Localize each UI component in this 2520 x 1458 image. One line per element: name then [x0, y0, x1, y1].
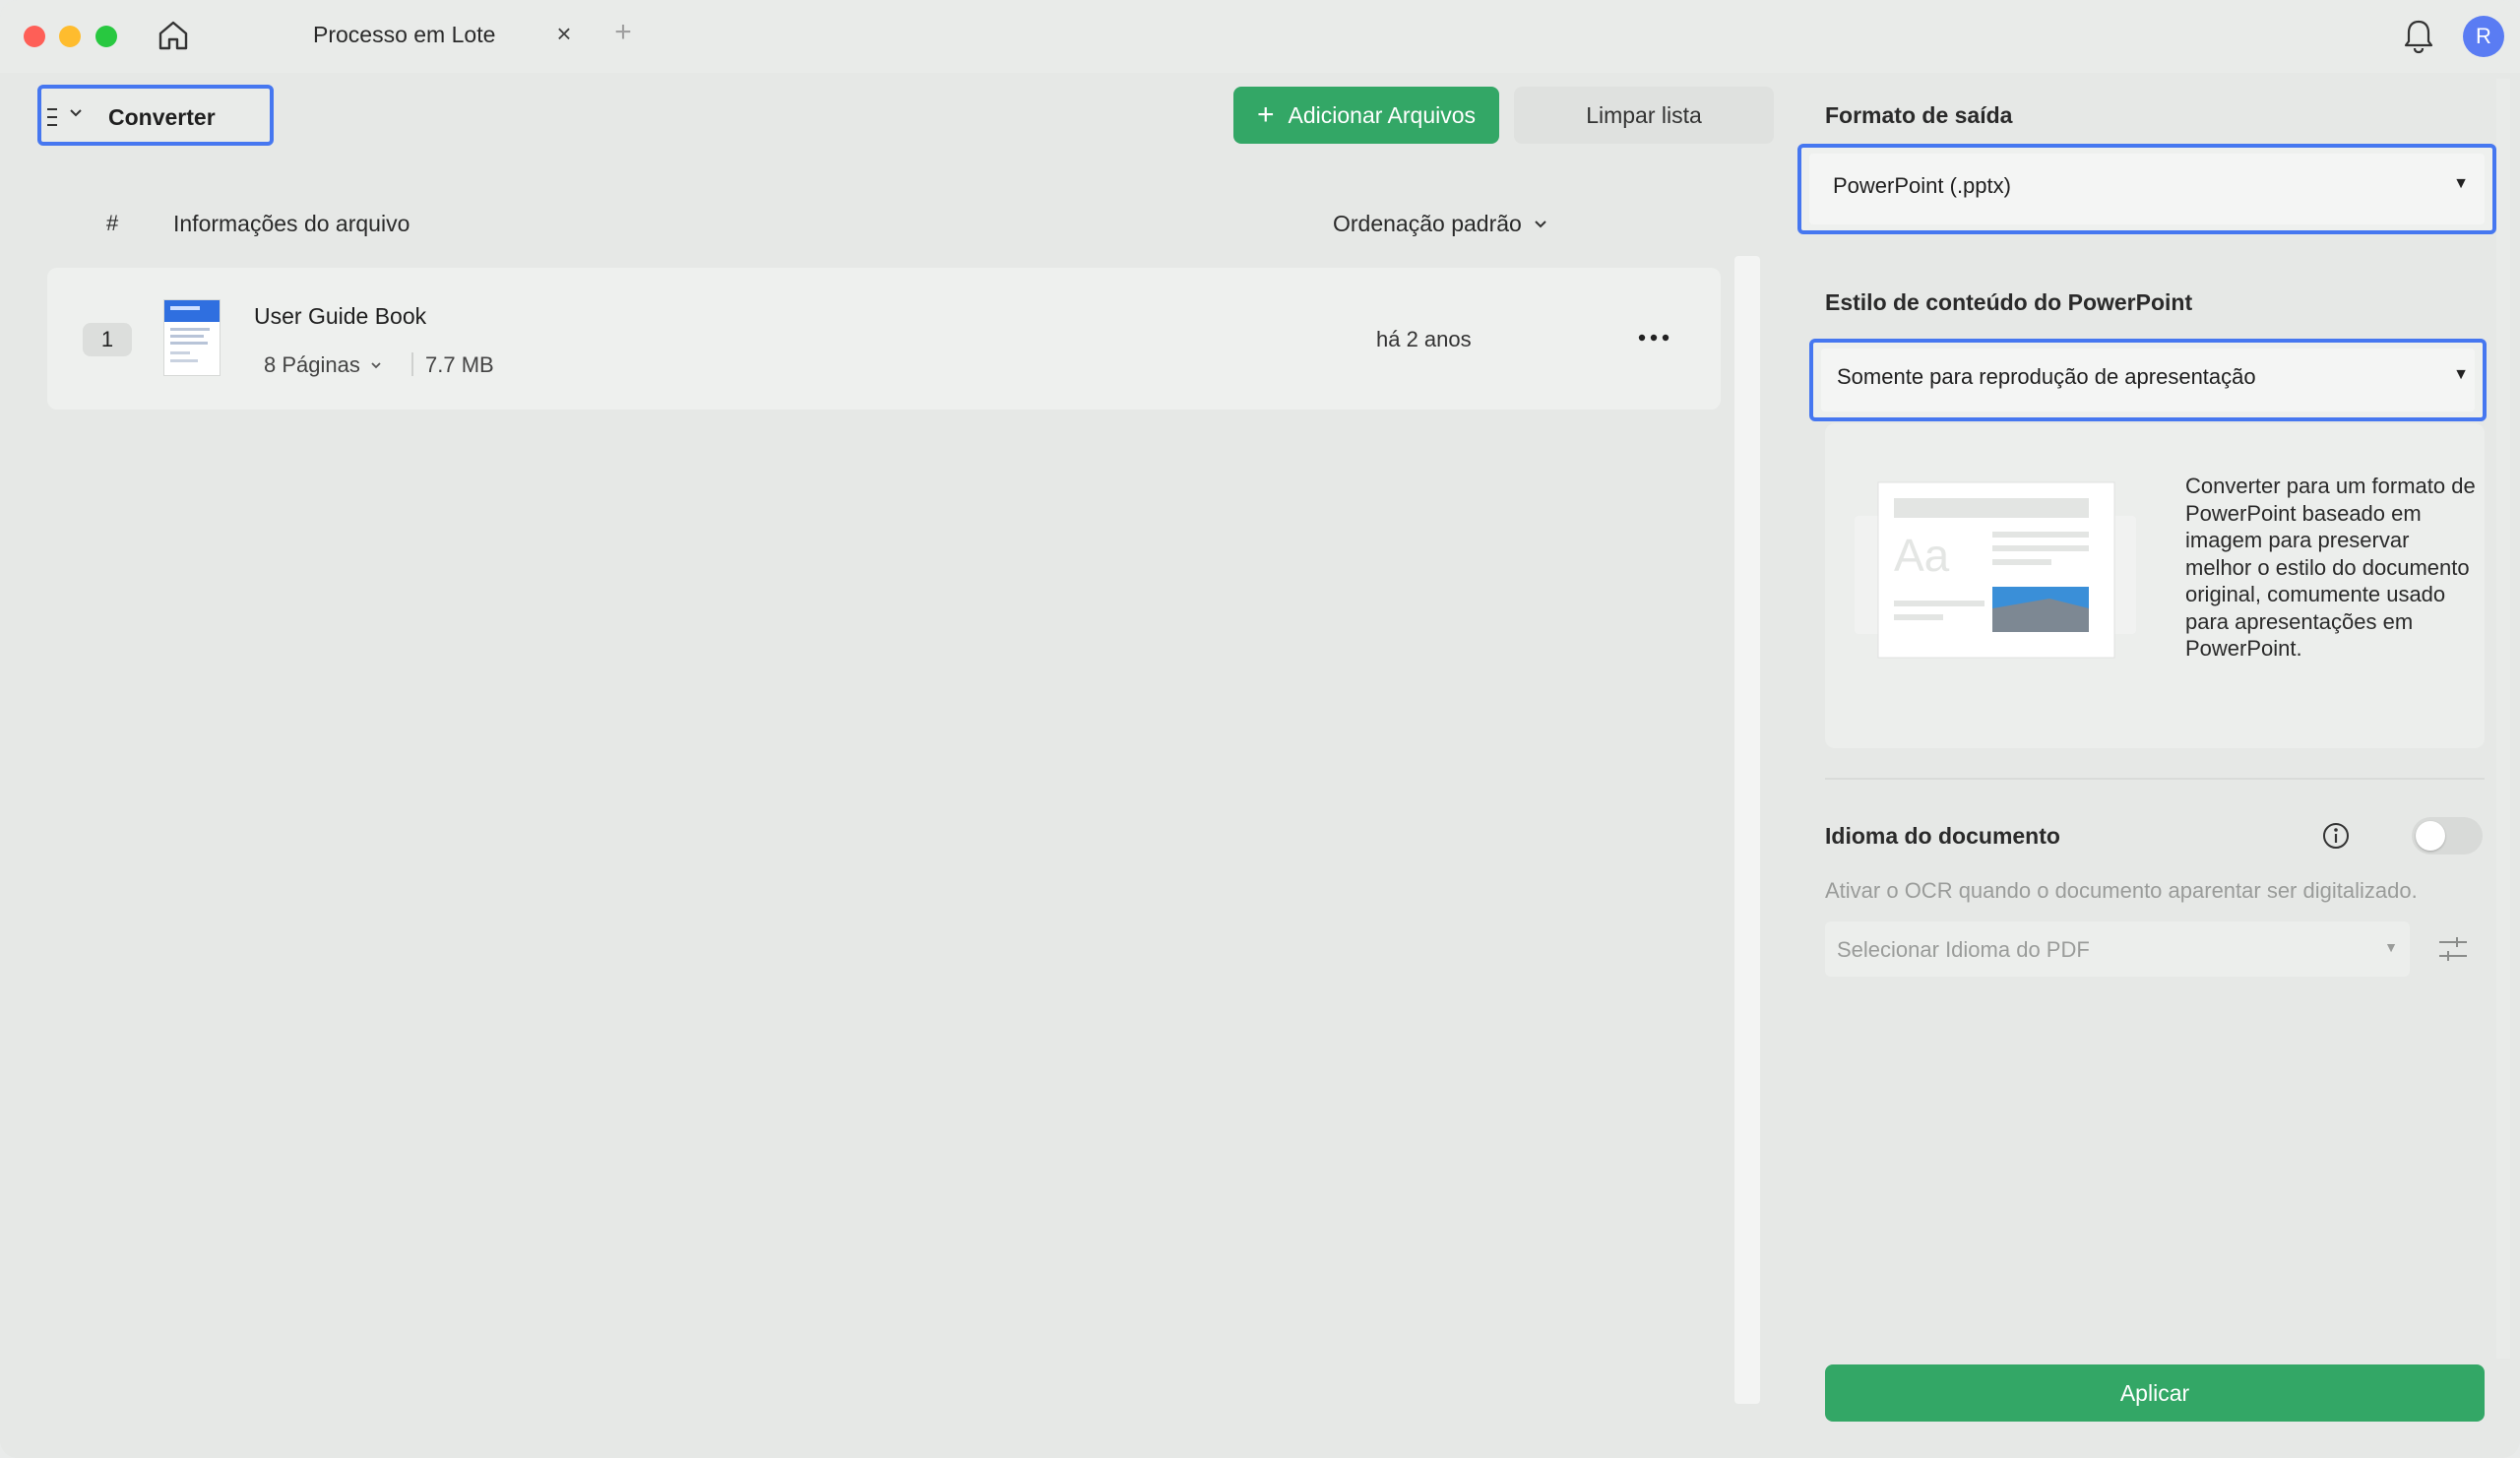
- chevron-down-icon: [371, 362, 381, 369]
- file-thumbnail: [163, 299, 220, 376]
- app-window: Processo em Lote × + R Converter + Adici…: [0, 0, 2520, 1458]
- style-description: Converter para um formato de PowerPoint …: [2185, 474, 2476, 661]
- settings-scrollbar[interactable]: [2496, 79, 2510, 1359]
- add-files-button[interactable]: + Adicionar Arquivos: [1233, 87, 1499, 144]
- menu-icon: [45, 106, 59, 128]
- output-format-title: Formato de saída: [1825, 102, 2013, 128]
- file-date: há 2 anos: [1376, 327, 1472, 351]
- plus-icon: +: [1256, 98, 1275, 131]
- file-name: User Guide Book: [254, 303, 427, 329]
- caret-down-icon: ▼: [2384, 939, 2398, 955]
- language-placeholder: Selecionar Idioma do PDF: [1837, 937, 2090, 962]
- tab-close-icon[interactable]: ×: [553, 20, 575, 47]
- content-style-title: Estilo de conteúdo do PowerPoint: [1825, 289, 2193, 315]
- content-style-select[interactable]: Somente para reprodução de apresentação …: [1809, 339, 2487, 421]
- chevron-down-icon: [1535, 220, 1546, 227]
- add-files-label: Adicionar Arquivos: [1288, 101, 1477, 128]
- maximize-window-button[interactable]: [95, 26, 117, 47]
- mode-selector[interactable]: Converter: [37, 85, 274, 146]
- settings-sliders-icon[interactable]: [2435, 931, 2471, 967]
- close-window-button[interactable]: [24, 26, 45, 47]
- apply-button[interactable]: Aplicar: [1825, 1364, 2485, 1422]
- document-language-title: Idioma do documento: [1825, 823, 2060, 849]
- clear-list-button[interactable]: Limpar lista: [1514, 87, 1774, 144]
- divider: [411, 352, 413, 376]
- page-range-dropdown[interactable]: 8 Páginas: [264, 352, 382, 378]
- chevron-down-icon: [69, 106, 83, 120]
- style-preview-card: Aa Converter para um formato de PowerPoi…: [1825, 423, 2485, 748]
- file-list-panel: Converter + Adicionar Arquivos Limpar li…: [0, 73, 1786, 1458]
- toggle-knob: [2416, 821, 2445, 851]
- file-size: 7.7 MB: [425, 352, 494, 377]
- sort-dropdown[interactable]: Ordenação padrão: [1333, 211, 1547, 237]
- ocr-toggle[interactable]: [2412, 817, 2483, 855]
- settings-panel: Formato de saída PowerPoint (.pptx) ▼ Es…: [1797, 73, 2500, 1451]
- page-count: 8 Páginas: [264, 352, 360, 377]
- mode-label: Converter: [108, 104, 216, 130]
- svg-text:Aa: Aa: [1894, 530, 1950, 581]
- column-file-info: Informações do arquivo: [173, 211, 410, 236]
- sort-label: Ordenação padrão: [1333, 211, 1522, 236]
- avatar[interactable]: R: [2463, 16, 2504, 57]
- output-format-value: PowerPoint (.pptx): [1833, 173, 2011, 198]
- output-format-select[interactable]: PowerPoint (.pptx) ▼: [1797, 144, 2496, 234]
- ocr-hint-text: Ativar o OCR quando o documento aparenta…: [1825, 878, 2418, 903]
- slide-preview-image: Aa: [1853, 475, 2138, 662]
- caret-down-icon: ▼: [2453, 175, 2469, 192]
- row-index: 1: [83, 323, 132, 356]
- info-icon[interactable]: [2321, 821, 2351, 851]
- output-format-field: PowerPoint (.pptx) ▼: [1809, 154, 2485, 224]
- pdf-language-select[interactable]: Selecionar Idioma do PDF ▼: [1825, 921, 2410, 977]
- list-item[interactable]: 1 User Guide Book 8 Páginas 7.7 MB há 2 …: [47, 268, 1721, 410]
- caret-down-icon: ▼: [2453, 366, 2469, 383]
- title-bar: Processo em Lote × + R: [0, 0, 2520, 73]
- bell-icon[interactable]: [2402, 18, 2435, 55]
- scrollbar[interactable]: [1734, 256, 1760, 1404]
- column-number: #: [106, 211, 119, 235]
- new-tab-icon[interactable]: +: [610, 18, 636, 47]
- tab-batch-process[interactable]: Processo em Lote: [313, 22, 495, 48]
- divider: [1825, 778, 2485, 780]
- home-icon[interactable]: [156, 18, 191, 53]
- content-style-field: Somente para reprodução de apresentação …: [1821, 349, 2475, 412]
- minimize-window-button[interactable]: [59, 26, 81, 47]
- content-style-value: Somente para reprodução de apresentação: [1837, 364, 2256, 389]
- more-options-icon[interactable]: [1634, 323, 1673, 352]
- list-header: # Informações do arquivo Ordenação padrã…: [0, 211, 1732, 250]
